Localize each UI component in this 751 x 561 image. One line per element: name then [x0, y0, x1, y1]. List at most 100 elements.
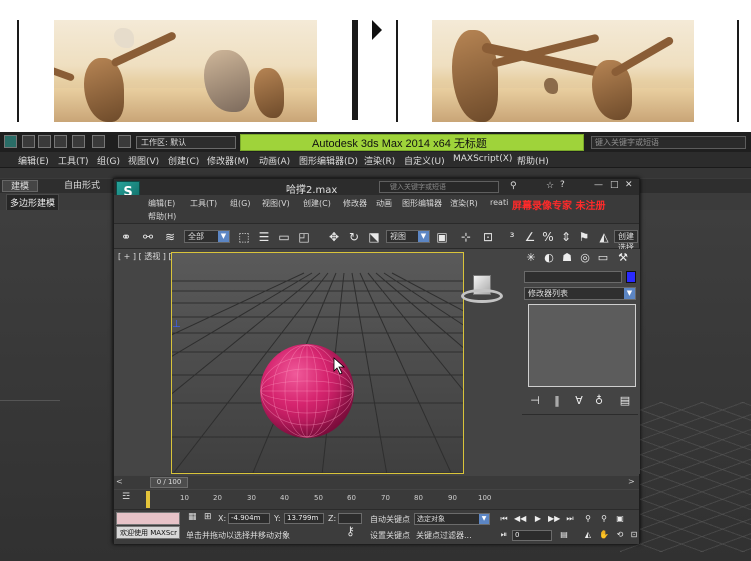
inner-menu-edit[interactable]: 编辑(E) [148, 198, 175, 209]
selection-filter-dropdown[interactable]: 全部 ▼ [184, 230, 230, 243]
play-animation-icon[interactable]: ▶ [532, 514, 544, 524]
inner-menu-help[interactable]: 帮助(H) [148, 211, 176, 222]
open-icon[interactable] [38, 135, 51, 148]
menu-tools[interactable]: 工具(T) [58, 154, 89, 167]
maxscript-listener-mini[interactable] [116, 512, 180, 525]
pivot-center-icon[interactable]: ▣ [434, 229, 450, 245]
spinner-snap-icon[interactable]: ⇕ [558, 229, 574, 245]
zoom-icon[interactable]: ⚲ [582, 514, 594, 524]
select-by-name-icon[interactable]: ☰ [256, 229, 272, 245]
star-icon[interactable]: ☆ [546, 181, 554, 191]
hierarchy-tab-icon[interactable]: ☗ [560, 251, 574, 265]
pin-stack-icon[interactable]: ⊣ [528, 394, 542, 408]
time-slider-thumb[interactable]: 0 / 100 [150, 477, 188, 488]
display-tab-icon[interactable]: ▭ [596, 251, 610, 265]
absolute-mode-icon[interactable]: ⊞ [204, 512, 212, 522]
menu-animation[interactable]: 动画(A) [259, 154, 290, 167]
zoom-extents-icon[interactable]: ▣ [614, 514, 626, 524]
track-bar[interactable]: ☲ 10 20 30 40 50 60 70 80 90 100 [114, 490, 639, 509]
unlink-icon[interactable]: ⚯ [140, 229, 156, 245]
edit-named-sel-icon[interactable]: ⚑ [576, 229, 592, 245]
menu-help[interactable]: 帮助(H) [517, 154, 549, 167]
save-icon[interactable] [54, 135, 67, 148]
close-icon[interactable]: ✕ [625, 180, 633, 190]
menu-views[interactable]: 视图(V) [128, 154, 159, 167]
next-frame-icon[interactable]: > [628, 477, 635, 486]
goto-end-icon[interactable]: ⏭ [564, 514, 576, 524]
object-name-field[interactable] [524, 271, 622, 283]
inner-menu-animation[interactable]: 动画 [376, 198, 392, 209]
menu-maxscript[interactable]: MAXScript(X) [453, 154, 512, 164]
inner-menu-rendering[interactable]: 渲染(R) [450, 198, 478, 209]
redo-icon[interactable] [92, 135, 105, 148]
app-icon[interactable] [4, 135, 17, 148]
next-key-icon[interactable]: ▶▶ [548, 514, 560, 524]
rect-selection-icon[interactable]: ▭ [276, 229, 292, 245]
prev-frame-icon[interactable]: < [116, 477, 123, 486]
modifier-stack[interactable] [528, 304, 636, 387]
menu-modifiers[interactable]: 修改器(M) [207, 154, 249, 167]
menu-edit[interactable]: 编辑(E) [18, 154, 49, 167]
select-object-icon[interactable]: ⬚ [236, 229, 252, 245]
prev-key-icon[interactable]: ◀◀ [514, 514, 526, 524]
undo-icon[interactable] [72, 135, 85, 148]
utilities-tab-icon[interactable]: ⚒ [616, 251, 630, 265]
key-filters-button[interactable]: 关键点过滤器... [416, 530, 472, 541]
set-key-button[interactable]: 设置关键点 [370, 530, 410, 541]
inner-menu-truncated[interactable]: reati [490, 198, 508, 207]
time-slider[interactable]: < 0 / 100 > [114, 476, 639, 489]
create-tab-icon[interactable]: ✳ [524, 251, 538, 265]
menu-create[interactable]: 创建(C) [168, 154, 199, 167]
angle-snap-icon[interactable]: ∠ [522, 229, 538, 245]
x-coordinate-field[interactable]: -4.904m [228, 513, 270, 524]
workspace-dropdown[interactable]: 工作区: 默认 [136, 136, 236, 149]
viewcube-compass-ring[interactable] [461, 289, 503, 303]
inner-search-input[interactable]: 键入关键字或短语 [379, 181, 499, 193]
inner-menu-modifiers[interactable]: 修改器 [343, 198, 367, 209]
menu-group[interactable]: 组(G) [97, 154, 120, 167]
inner-menu-create[interactable]: 创建(C) [303, 198, 331, 209]
keyboard-shortcut-icon[interactable]: ⊡ [480, 229, 496, 245]
motion-tab-icon[interactable]: ◎ [578, 251, 592, 265]
z-coordinate-field[interactable] [338, 513, 362, 524]
orbit-icon[interactable]: ⟲ [614, 530, 626, 540]
selection-lock-icon[interactable]: ▦ [188, 512, 197, 522]
binoculars-icon[interactable]: ⚲ [510, 181, 517, 191]
zoom-all-icon[interactable]: ⚲ [598, 514, 610, 524]
selection-set-dropdown[interactable]: 选定对象 ▼ [414, 513, 490, 525]
current-frame-field[interactable]: 0 [512, 530, 552, 541]
help-icon[interactable]: ? [560, 180, 565, 190]
menu-graph-editors[interactable]: 图形编辑器(D) [299, 154, 358, 167]
goto-start-icon[interactable]: ⏮ [498, 514, 510, 524]
menu-customize[interactable]: 自定义(U) [404, 154, 445, 167]
minimize-icon[interactable]: — [594, 180, 603, 190]
key-icon[interactable]: ⚷ [346, 524, 355, 538]
maximize-icon[interactable]: □ [610, 180, 619, 190]
field-of-view-icon[interactable]: ◭ [582, 530, 594, 540]
remove-modifier-icon[interactable]: ♁ [592, 394, 606, 408]
ref-coord-dropdown[interactable]: 视图 ▼ [386, 230, 430, 243]
modifier-list-dropdown[interactable]: 修改器列表 ▼ [524, 287, 636, 300]
inner-menu-graph-editors[interactable]: 图形编辑器 [402, 198, 442, 209]
percent-snap-icon[interactable]: % [540, 229, 556, 245]
link-icon[interactable]: ⚭ [118, 229, 134, 245]
select-scale-icon[interactable]: ⬔ [366, 229, 382, 245]
new-icon[interactable] [22, 135, 35, 148]
object-color-swatch[interactable] [626, 271, 636, 283]
inner-menu-views[interactable]: 视图(V) [262, 198, 290, 209]
time-config-icon[interactable]: ▤ [558, 530, 570, 540]
make-unique-icon[interactable]: ∀ [572, 394, 586, 408]
mirror-icon[interactable]: ◭ [596, 229, 612, 245]
maximize-viewport-icon[interactable]: ⊡ [628, 530, 640, 540]
select-manipulate-icon[interactable]: ⊹ [458, 229, 474, 245]
named-selection-dropdown[interactable]: 创建选择集 [614, 230, 638, 263]
bind-spacewarp-icon[interactable]: ≋ [162, 229, 178, 245]
inner-menu-group[interactable]: 组(G) [230, 198, 250, 209]
window-crossing-icon[interactable]: ◰ [296, 229, 312, 245]
curve-editor-icon[interactable]: ☲ [122, 492, 130, 502]
key-mode-icon[interactable]: ⏯ [498, 530, 510, 540]
tab-freeform[interactable]: 自由形式 [56, 180, 108, 192]
y-coordinate-field[interactable]: 13.799m [284, 513, 324, 524]
maxscript-welcome[interactable]: 欢迎使用 MAXScr [116, 526, 180, 539]
inner-menu-tools[interactable]: 工具(T) [190, 198, 217, 209]
